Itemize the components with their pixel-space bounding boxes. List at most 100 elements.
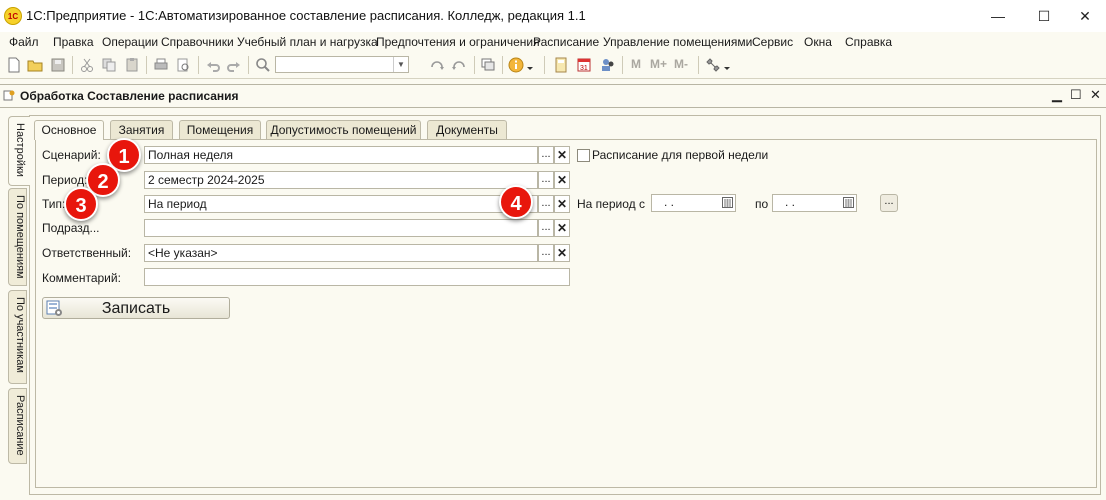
comment-label: Комментарий:	[42, 271, 121, 285]
menu-curriculum[interactable]: Учебный план и нагрузка	[237, 35, 378, 49]
info-icon[interactable]	[508, 57, 524, 73]
toolbar-separator	[622, 56, 623, 74]
maximize-button[interactable]: ☐	[1021, 0, 1067, 32]
first-week-label: Расписание для первой недели	[592, 148, 769, 162]
subwindow-close-button[interactable]: ✕	[1090, 87, 1101, 103]
chevron-down-icon[interactable]: ▼	[393, 57, 408, 72]
vtab-schedule[interactable]: Расписание	[8, 388, 27, 464]
save-button[interactable]: Записать	[42, 297, 230, 319]
menu-bar: Файл Правка Операции Справочники Учебный…	[0, 32, 1106, 52]
responsible-clear-button[interactable]: ✕	[554, 244, 570, 262]
menu-preferences[interactable]: Предпочтения и ограничения	[376, 35, 540, 49]
open-folder-icon[interactable]	[27, 57, 43, 73]
toolbar: ▼ 31 M M+ M-	[0, 52, 1106, 79]
department-choose-button[interactable]: ...	[538, 219, 554, 237]
calendar-icon[interactable]: 31	[576, 57, 592, 73]
menu-catalogs[interactable]: Справочники	[161, 35, 234, 49]
tab-rooms[interactable]: Помещения	[179, 120, 261, 139]
subwindow-titlebar: Обработка Составление расписания ▁ ☐ ✕	[0, 84, 1106, 108]
tab-lessons[interactable]: Занятия	[110, 120, 173, 139]
svg-text:31: 31	[580, 65, 588, 72]
copy-icon[interactable]	[101, 57, 117, 73]
vtab-by-rooms[interactable]: По помещениям	[8, 188, 27, 286]
date-from-value: . .	[664, 195, 675, 209]
print-icon[interactable]	[153, 57, 169, 73]
window-titlebar: 1С 1С:Предприятие - 1С:Автоматизированно…	[0, 0, 1106, 32]
responsible-label: Ответственный:	[42, 246, 132, 260]
memory-button[interactable]: M	[631, 57, 641, 71]
users-icon[interactable]	[600, 57, 616, 73]
close-button[interactable]: ✕	[1062, 0, 1106, 32]
vtab-label: По участникам	[14, 297, 26, 373]
menu-operations[interactable]: Операции	[102, 35, 158, 49]
menu-help[interactable]: Справка	[845, 35, 892, 49]
toolbar-separator	[248, 56, 249, 74]
chevron-down-icon[interactable]	[526, 57, 534, 73]
period-from-label: На период с	[577, 197, 645, 211]
responsible-choose-button[interactable]: ...	[538, 244, 554, 262]
scenario-choose-button[interactable]: ...	[538, 146, 554, 164]
menu-schedule[interactable]: Расписание	[533, 35, 599, 49]
windows-icon[interactable]	[480, 57, 496, 73]
type-choose-button[interactable]: ...	[538, 195, 554, 213]
scenario-clear-button[interactable]: ✕	[554, 146, 570, 164]
processing-icon	[3, 90, 15, 101]
print-preview-icon[interactable]	[175, 57, 191, 73]
type-field[interactable]: На период	[144, 195, 538, 213]
period-select-button[interactable]: ...	[880, 194, 898, 212]
menu-file[interactable]: Файл	[9, 35, 39, 49]
date-to-value: . .	[785, 195, 796, 209]
first-week-checkbox[interactable]	[577, 149, 590, 162]
app-logo-icon: 1С	[4, 7, 22, 25]
period-field[interactable]: 2 семестр 2024-2025	[144, 171, 538, 189]
search-input[interactable]: ▼	[275, 56, 409, 73]
paste-icon[interactable]	[124, 57, 140, 73]
chevron-down-icon[interactable]	[723, 57, 731, 73]
period-clear-button[interactable]: ✕	[554, 171, 570, 189]
toolbar-separator	[146, 56, 147, 74]
subwindow-minimize-button[interactable]: ▁	[1052, 87, 1062, 103]
menu-edit[interactable]: Правка	[53, 35, 94, 49]
comment-field[interactable]	[144, 268, 570, 286]
find-prev-icon[interactable]	[451, 57, 467, 73]
new-document-icon[interactable]	[6, 57, 22, 73]
annotation-badge-3: 3	[64, 187, 98, 221]
subwindow-maximize-button[interactable]: ☐	[1070, 87, 1082, 103]
settings-wrench-icon[interactable]	[705, 57, 721, 73]
calendar-icon[interactable]	[722, 197, 733, 208]
tab-room-admissibility[interactable]: Допустимость помещений	[266, 120, 421, 139]
redo-icon[interactable]	[226, 57, 242, 73]
vtab-label: По помещениям	[14, 195, 26, 279]
menu-rooms[interactable]: Управление помещениями	[603, 35, 752, 49]
department-field[interactable]	[144, 219, 538, 237]
tab-documents[interactable]: Документы	[427, 120, 507, 139]
undo-icon[interactable]	[205, 57, 221, 73]
vtab-settings[interactable]: Настройки	[8, 116, 30, 186]
department-clear-button[interactable]: ✕	[554, 219, 570, 237]
minimize-button[interactable]: —	[975, 0, 1021, 32]
type-clear-button[interactable]: ✕	[554, 195, 570, 213]
responsible-field[interactable]: <Не указан>	[144, 244, 538, 262]
vtab-by-participants[interactable]: По участникам	[8, 290, 27, 384]
save-disk-icon[interactable]	[50, 57, 66, 73]
memory-add-button[interactable]: M+	[650, 57, 667, 71]
calculator-icon[interactable]	[553, 57, 569, 73]
find-next-icon[interactable]	[429, 57, 445, 73]
search-icon[interactable]	[255, 57, 271, 73]
calendar-icon[interactable]	[843, 197, 854, 208]
period-label: Период:	[42, 173, 88, 187]
date-from-field[interactable]: . .	[651, 194, 736, 212]
menu-windows[interactable]: Окна	[804, 35, 832, 49]
subwindow-title: Обработка Составление расписания	[20, 89, 239, 103]
scenario-field[interactable]: Полная неделя	[144, 146, 538, 164]
cut-icon[interactable]	[79, 57, 95, 73]
memory-subtract-button[interactable]: M-	[674, 57, 688, 71]
date-to-field[interactable]: . .	[772, 194, 857, 212]
toolbar-separator	[474, 56, 475, 74]
period-choose-button[interactable]: ...	[538, 171, 554, 189]
menu-service[interactable]: Сервис	[752, 35, 793, 49]
annotation-badge-4: 4	[499, 185, 533, 219]
type-label: Тип:	[42, 197, 66, 211]
tab-main[interactable]: Основное	[34, 120, 104, 140]
window-title: 1С:Предприятие - 1С:Автоматизированное с…	[26, 8, 586, 23]
